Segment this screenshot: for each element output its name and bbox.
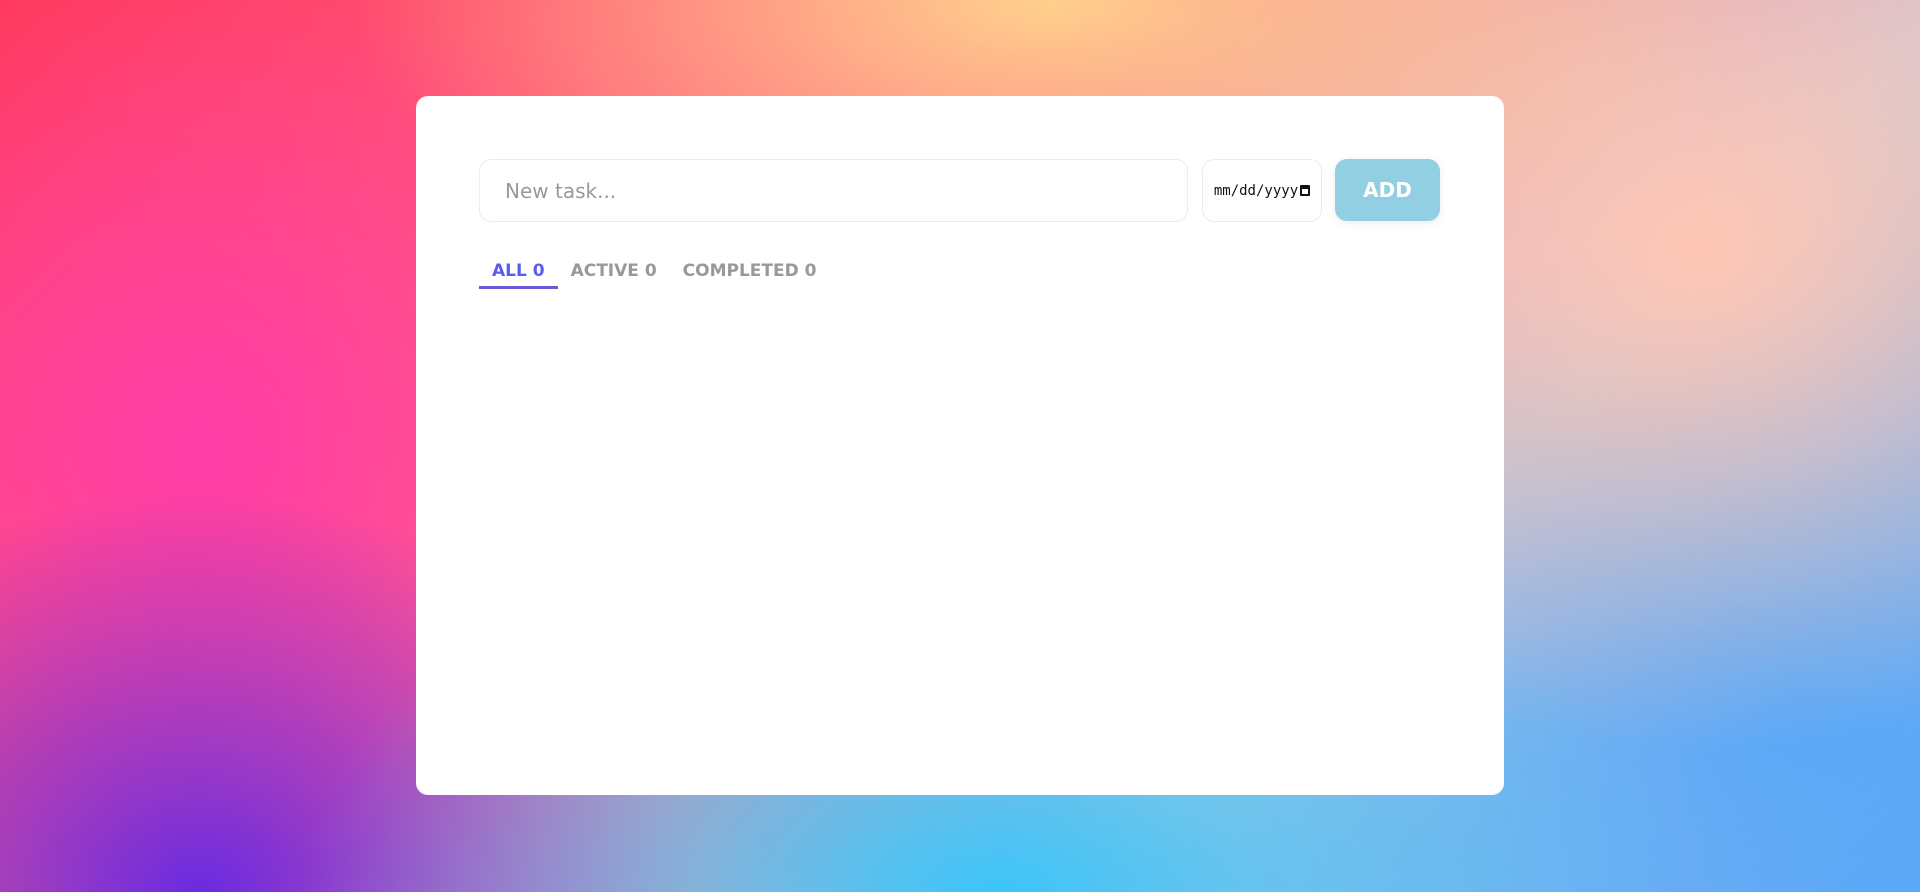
tab-active[interactable]: ACTIVE 0 (558, 254, 670, 289)
calendar-icon[interactable] (1300, 185, 1311, 196)
filter-tabs: ALL 0 ACTIVE 0 COMPLETED 0 (479, 254, 829, 289)
tab-all[interactable]: ALL 0 (479, 254, 558, 289)
todo-card: mm/dd/yyyy ADD ALL 0 ACTIVE 0 COMPLETED … (416, 96, 1504, 795)
tab-completed[interactable]: COMPLETED 0 (670, 254, 830, 289)
date-placeholder: mm/dd/yyyy (1213, 182, 1299, 199)
due-date-input[interactable]: mm/dd/yyyy (1202, 159, 1322, 222)
add-button[interactable]: ADD (1335, 159, 1440, 221)
new-task-input[interactable] (479, 159, 1188, 222)
